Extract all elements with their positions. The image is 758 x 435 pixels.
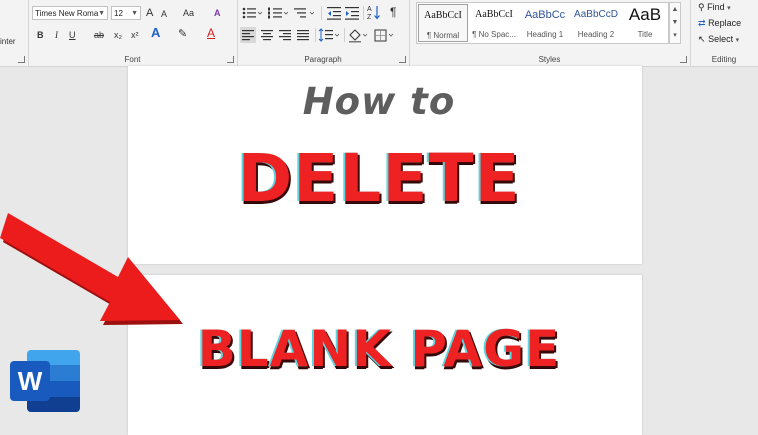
font-group: Times New Roma ▼ 12 ▼ A A Aa A B I U ab …	[28, 0, 238, 66]
select-label: Select	[708, 34, 734, 44]
style-heading-2[interactable]: AaBbCcD Heading 2	[571, 4, 621, 42]
chevron-down-icon: ▾	[735, 37, 740, 44]
word-logo-icon: W	[10, 350, 80, 412]
borders-icon[interactable]	[373, 27, 395, 43]
increase-indent-icon[interactable]	[345, 6, 359, 20]
word-logo-letter: W	[18, 366, 43, 396]
replace-label: Replace	[708, 18, 742, 28]
style-sample: AaBbCc	[524, 9, 566, 21]
sort-icon[interactable]: A Z	[367, 4, 381, 21]
font-color-button[interactable]: A	[207, 27, 215, 39]
find-label: Find	[707, 2, 725, 12]
paragraph-group-label: Paragraph	[304, 55, 342, 64]
search-icon: ⚲	[698, 2, 705, 12]
style-sample: AaBbCcI	[475, 9, 513, 20]
line-spacing-icon[interactable]	[318, 27, 340, 43]
ribbon: inter Times New Roma ▼ 12 ▼ A A Aa A B I…	[0, 0, 758, 67]
change-case-button[interactable]: Aa	[183, 7, 194, 19]
style-heading-1[interactable]: AaBbCc Heading 1	[520, 4, 570, 42]
paragraph-group: A Z ¶ Paragraph	[237, 0, 410, 66]
subscript-button[interactable]: x₂	[114, 29, 122, 41]
font-name-value: Times New Roma	[35, 9, 99, 18]
multilevel-list-icon[interactable]	[294, 6, 314, 20]
show-paragraph-marks-button[interactable]: ¶	[390, 6, 396, 18]
svg-text:A: A	[367, 6, 372, 13]
more-styles-icon[interactable]: ▾	[670, 29, 680, 42]
cursor-icon: ↖	[698, 34, 706, 44]
italic-button[interactable]: I	[55, 29, 58, 41]
chevron-down-icon: ▾	[727, 5, 731, 12]
styles-group-label: Styles	[538, 55, 561, 64]
style-name: ¶ Normal	[426, 31, 460, 40]
chevron-down-icon[interactable]: ▼	[98, 7, 105, 21]
find-button[interactable]: ⚲ Find ▾	[698, 0, 731, 14]
svg-text:Z: Z	[367, 14, 372, 21]
style-name: Title	[637, 30, 653, 39]
font-name-combobox[interactable]: Times New Roma ▼	[32, 6, 108, 20]
chevron-down-icon[interactable]: ▼	[131, 7, 138, 21]
font-size-value: 12	[114, 9, 123, 18]
paragraph-launcher-icon[interactable]	[399, 56, 406, 63]
text-effects-button[interactable]: A	[151, 26, 160, 39]
editing-group-label: Editing	[711, 55, 737, 64]
style-sample: AaB	[628, 5, 662, 24]
style-title[interactable]: AaB Title	[622, 4, 668, 42]
style-sample: AaBbCcI	[424, 10, 462, 21]
font-launcher-icon[interactable]	[227, 56, 234, 63]
clear-formatting-button[interactable]: A	[214, 7, 221, 19]
style-name: Heading 2	[577, 30, 615, 39]
divider	[321, 6, 322, 20]
highlight-button[interactable]: ✎	[178, 28, 187, 40]
headline-how-to: How to	[302, 80, 456, 123]
decrease-indent-icon[interactable]	[327, 6, 341, 20]
divider	[315, 28, 316, 42]
red-arrow-icon	[0, 213, 183, 325]
scroll-down-icon[interactable]: ▼	[670, 16, 680, 29]
superscript-button[interactable]: x²	[131, 29, 139, 41]
style-no-spacing[interactable]: AaBbCcI ¶ No Spac...	[469, 4, 519, 42]
style-sample: AaBbCcD	[574, 9, 618, 20]
shading-icon[interactable]	[347, 27, 369, 43]
align-left-icon[interactable]	[240, 27, 256, 43]
underline-button[interactable]: U	[69, 29, 76, 41]
style-name: ¶ No Spac...	[472, 30, 516, 39]
styles-gallery-scroll: ▲ ▼ ▾	[669, 2, 681, 44]
divider	[344, 28, 345, 42]
styles-launcher-icon[interactable]	[680, 56, 687, 63]
format-painter-label[interactable]: inter	[0, 37, 16, 46]
divider	[363, 6, 364, 20]
strikethrough-button[interactable]: ab	[94, 29, 104, 41]
align-right-icon[interactable]	[277, 27, 293, 43]
grow-font-button[interactable]: A	[146, 7, 153, 19]
select-button[interactable]: ↖ Select ▾	[698, 32, 739, 46]
numbering-icon[interactable]	[268, 6, 288, 20]
style-normal[interactable]: AaBbCcI ¶ Normal	[418, 4, 468, 42]
align-center-icon[interactable]	[259, 27, 275, 43]
replace-button[interactable]: ⇄ Replace	[698, 16, 741, 30]
font-size-combobox[interactable]: 12 ▼	[111, 6, 141, 20]
bold-button[interactable]: B	[37, 29, 44, 41]
clipboard-group: inter	[0, 0, 29, 66]
font-group-label: Font	[124, 55, 141, 64]
style-name: Heading 1	[526, 30, 564, 39]
styles-gallery: AaBbCcI ¶ Normal AaBbCcI ¶ No Spac... Aa…	[416, 2, 669, 44]
replace-icon: ⇄	[698, 18, 706, 28]
bullets-icon[interactable]	[242, 6, 262, 20]
shrink-font-button[interactable]: A	[161, 8, 167, 20]
clipboard-launcher-icon[interactable]	[18, 56, 25, 63]
scroll-up-icon[interactable]: ▲	[670, 3, 680, 16]
justify-icon[interactable]	[295, 27, 311, 43]
